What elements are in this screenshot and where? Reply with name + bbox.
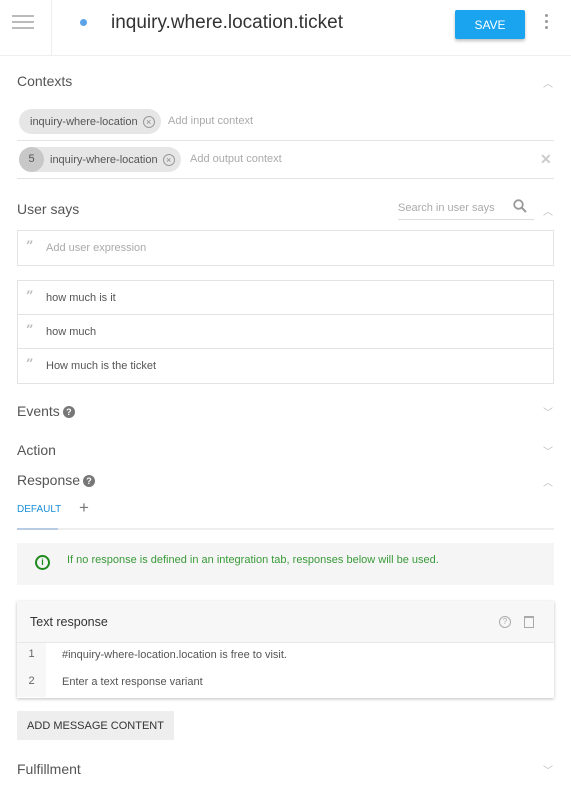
quote-icon: ” (26, 289, 34, 304)
info-banner: i If no response is defined in an integr… (17, 543, 554, 585)
add-message-content-button[interactable]: ADD MESSAGE CONTENT (17, 711, 174, 740)
menu-icon-line (12, 21, 34, 23)
chevron-up-icon[interactable]: ︿ (543, 75, 553, 90)
intent-title[interactable]: inquiry.where.location.ticket (111, 12, 343, 34)
chevron-up-icon[interactable]: ︿ (543, 203, 553, 218)
search-icon[interactable] (513, 199, 527, 213)
help-icon[interactable]: ? (62, 406, 75, 418)
active-tab-indicator (17, 528, 58, 530)
output-context-chip: 5 inquiry-where-location × (19, 147, 181, 172)
expressions-list: ” how much is it ” how much ” How much i… (17, 280, 554, 384)
chevron-up-icon[interactable]: ︿ (543, 474, 553, 489)
events-section[interactable]: Events? (17, 403, 75, 419)
menu-button[interactable] (0, 0, 52, 56)
text-response-card: Text response ? 1 #inquiry-where-locatio… (17, 601, 554, 698)
remove-chip-icon[interactable]: × (142, 115, 155, 128)
list-item[interactable]: ” how much (18, 315, 553, 349)
save-button[interactable]: SAVE (455, 10, 525, 39)
card-header: Text response ? (17, 601, 554, 643)
info-text: If no response is defined in an integrat… (67, 554, 439, 566)
chevron-down-icon[interactable]: ﹀ (543, 404, 553, 419)
menu-icon-line (12, 27, 34, 29)
tab-default[interactable]: DEFAULT (17, 504, 61, 515)
response-row: 2 Enter a text response variant (17, 670, 554, 697)
clear-contexts-icon[interactable]: ✕ (540, 151, 552, 168)
add-expression-box: ” Add user expression (17, 230, 554, 266)
response-section-title: Response (17, 472, 81, 488)
input-context-row: inquiry-where-location × Add input conte… (17, 103, 554, 141)
row-number: 1 (17, 643, 46, 670)
help-icon[interactable]: ? (499, 616, 511, 628)
add-user-expression-input[interactable]: Add user expression (46, 242, 146, 254)
response-variant-input[interactable]: Enter a text response variant (62, 676, 203, 688)
expression-text[interactable]: how much is it (46, 292, 116, 304)
quote-icon: ” (26, 357, 34, 372)
output-context-row: 5 inquiry-where-location × Add output co… (17, 141, 554, 179)
more-options-icon[interactable] (541, 14, 551, 32)
add-expression-row[interactable]: ” Add user expression (18, 231, 553, 265)
response-row: 1 #inquiry-where-location.location is fr… (17, 643, 554, 670)
context-name: inquiry-where-location (30, 115, 138, 128)
input-context-chip: inquiry-where-location × (19, 109, 161, 134)
add-input-context-input[interactable]: Add input context (168, 115, 253, 127)
add-output-context-input[interactable]: Add output context (190, 153, 282, 165)
response-text[interactable]: #inquiry-where-location.location is free… (62, 649, 287, 661)
row-number: 2 (17, 670, 46, 697)
status-dot (80, 19, 87, 26)
action-section-title[interactable]: Action (17, 442, 56, 458)
events-section-title: Events (17, 403, 60, 419)
top-bar: inquiry.where.location.ticket SAVE (0, 0, 571, 56)
response-section[interactable]: Response? (17, 472, 96, 488)
fulfillment-section-title[interactable]: Fulfillment (17, 761, 81, 777)
user-says-search (398, 198, 534, 220)
quote-icon: ” (26, 323, 34, 338)
expression-text[interactable]: How much is the ticket (46, 360, 156, 372)
lifespan-badge[interactable]: 5 (19, 147, 44, 172)
list-item[interactable]: ” How much is the ticket (18, 349, 553, 383)
menu-icon (12, 15, 34, 17)
help-icon[interactable]: ? (83, 475, 96, 487)
expression-text[interactable]: how much (46, 326, 96, 338)
trash-icon[interactable] (524, 616, 534, 628)
search-input[interactable] (398, 202, 508, 214)
info-icon: i (35, 555, 50, 570)
chevron-down-icon[interactable]: ﹀ (543, 443, 553, 458)
contexts-section-title[interactable]: Contexts (17, 73, 72, 89)
user-says-section-title[interactable]: User says (17, 201, 79, 217)
chevron-down-icon[interactable]: ﹀ (543, 762, 553, 777)
list-item[interactable]: ” how much is it (18, 281, 553, 315)
remove-chip-icon[interactable]: × (162, 153, 175, 166)
response-tabs: DEFAULT + (17, 497, 554, 530)
quote-icon: ” (26, 239, 34, 254)
context-name: inquiry-where-location (50, 153, 158, 166)
add-tab-icon[interactable]: + (79, 498, 89, 518)
card-title: Text response (30, 615, 108, 629)
